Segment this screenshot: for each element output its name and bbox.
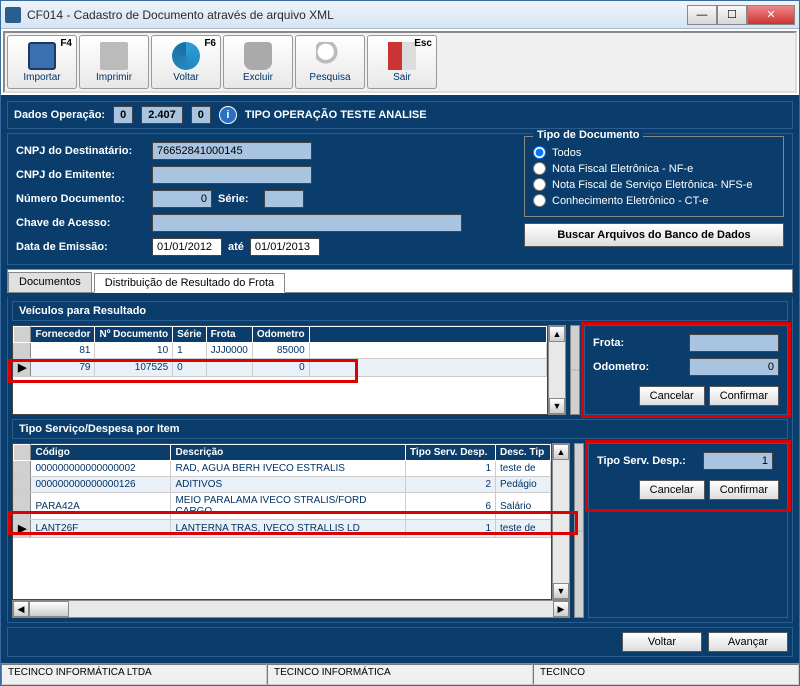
save-icon bbox=[28, 42, 56, 70]
data-em-label: Data de Emissão: bbox=[16, 241, 146, 253]
status-cell-1: TECINCO INFORMÁTICA LTDA bbox=[1, 664, 267, 685]
table-row[interactable]: PARA42A MEIO PARALAMA IVECO STRALIS/FORD… bbox=[14, 493, 551, 520]
status-cell-2: TECINCO INFORMÁTICA bbox=[267, 664, 533, 685]
numdoc-label: Número Documento: bbox=[16, 193, 146, 205]
search-icon bbox=[316, 42, 344, 70]
avancar-button[interactable]: Avançar bbox=[708, 632, 788, 652]
delete-icon bbox=[244, 42, 272, 70]
serv-input[interactable] bbox=[703, 452, 773, 470]
data-fim-input[interactable] bbox=[250, 238, 320, 256]
app-window: CF014 - Cadastro de Documento através de… bbox=[0, 0, 800, 686]
row-marker-icon: ▶ bbox=[18, 523, 26, 535]
info-icon[interactable]: i bbox=[219, 106, 237, 124]
radio-todos[interactable]: Todos bbox=[533, 146, 775, 159]
exit-icon bbox=[388, 42, 416, 70]
titlebar: CF014 - Cadastro de Documento através de… bbox=[1, 1, 799, 29]
tiposerv-grid[interactable]: Código Descrição Tipo Serv. Desp. Desc. … bbox=[12, 443, 552, 600]
veiculos-scrollbar[interactable]: ▲ ▼ bbox=[548, 325, 566, 415]
scroll-thumb[interactable] bbox=[29, 601, 69, 617]
filter-panel: CNPJ do Destinatário: CNPJ do Emitente: … bbox=[7, 133, 793, 265]
dados-operacao-desc: TIPO OPERAÇÃO TESTE ANALISE bbox=[245, 109, 427, 121]
back-button[interactable]: F6 Voltar bbox=[151, 35, 221, 89]
tab-distribuicao[interactable]: Distribuição de Resultado do Frota bbox=[94, 273, 285, 293]
app-icon bbox=[5, 7, 21, 23]
veiculos-title: Veículos para Resultado bbox=[12, 301, 788, 321]
print-button[interactable]: Imprimir bbox=[79, 35, 149, 89]
scroll-down-icon[interactable]: ▼ bbox=[549, 398, 565, 414]
table-row[interactable]: 81 10 1 JJJ0000 85000 bbox=[14, 343, 547, 359]
table-row[interactable]: 000000000000000002 RAD, AGUA BERH IVECO … bbox=[14, 461, 551, 477]
veiculos-grid[interactable]: Fornecedor Nº Documento Série Frota Odom… bbox=[12, 325, 548, 415]
frota-label: Frota: bbox=[593, 337, 683, 349]
ate-label: até bbox=[228, 241, 244, 253]
scroll-up-icon[interactable]: ▲ bbox=[553, 444, 569, 460]
serv-cancelar-button[interactable]: Cancelar bbox=[639, 480, 705, 500]
odometro-input[interactable] bbox=[689, 358, 779, 376]
frota-input[interactable] bbox=[689, 334, 779, 352]
tab-content: Veículos para Resultado Fornecedor Nº Do… bbox=[7, 297, 793, 623]
highlight-box bbox=[585, 440, 791, 512]
tiposerv-scrollbar-h[interactable]: ◀ ▶ bbox=[12, 600, 570, 618]
frota-panel: Frota: Odometro: Cancelar Confirmar bbox=[584, 325, 788, 415]
cnpj-dest-label: CNPJ do Destinatário: bbox=[16, 145, 146, 157]
chave-input[interactable] bbox=[152, 214, 462, 232]
table-row[interactable]: ▶ 79 107525 0 0 bbox=[14, 359, 547, 377]
dados-operacao-bar: Dados Operação: 0 2.407 0 i TIPO OPERAÇÃ… bbox=[7, 101, 793, 129]
search-button[interactable]: Pesquisa bbox=[295, 35, 365, 89]
exit-button[interactable]: Esc Sair bbox=[367, 35, 437, 89]
voltar-button[interactable]: Voltar bbox=[622, 632, 702, 652]
frota-cancelar-button[interactable]: Cancelar bbox=[639, 386, 705, 406]
tab-documentos[interactable]: Documentos bbox=[8, 272, 92, 292]
tipo-documento-group: Tipo de Documento Todos Nota Fiscal Elet… bbox=[524, 136, 784, 217]
bottom-buttons: Voltar Avançar bbox=[7, 627, 793, 657]
main-area: Dados Operação: 0 2.407 0 i TIPO OPERAÇÃ… bbox=[1, 95, 799, 663]
chave-label: Chave de Acesso: bbox=[16, 217, 146, 229]
cnpj-emit-input[interactable] bbox=[152, 166, 312, 184]
data-ini-input[interactable] bbox=[152, 238, 222, 256]
radio-nfe[interactable]: Nota Fiscal Eletrônica - NF-e bbox=[533, 162, 775, 175]
radio-nfse[interactable]: Nota Fiscal de Serviço Eletrônica- NFS-e bbox=[533, 178, 775, 191]
tabs: Documentos Distribuição de Resultado do … bbox=[7, 269, 793, 293]
radio-cte[interactable]: Conhecimento Eletrônico - CT-e bbox=[533, 194, 775, 207]
dados-seg2: 2.407 bbox=[141, 106, 183, 124]
dados-seg1: 0 bbox=[113, 106, 133, 124]
dados-seg3: 0 bbox=[191, 106, 211, 124]
splitter[interactable]: ⋮ bbox=[574, 443, 584, 618]
tipo-doc-legend: Tipo de Documento bbox=[533, 129, 643, 141]
serie-input[interactable] bbox=[264, 190, 304, 208]
cnpj-emit-label: CNPJ do Emitente: bbox=[16, 169, 146, 181]
tiposerv-scrollbar-v[interactable]: ▲ ▼ bbox=[552, 443, 570, 600]
odometro-label: Odometro: bbox=[593, 361, 683, 373]
buscar-button[interactable]: Buscar Arquivos do Banco de Dados bbox=[524, 223, 784, 247]
table-row[interactable]: ▶ LANT26F LANTERNA TRAS, IVECO STRALLIS … bbox=[14, 520, 551, 538]
minimize-button[interactable]: — bbox=[687, 5, 717, 25]
back-icon bbox=[172, 42, 200, 70]
status-bar: TECINCO INFORMÁTICA LTDA TECINCO INFORMÁ… bbox=[1, 663, 799, 685]
table-row[interactable]: 000000000000000126 ADITIVOS 2 Pedágio bbox=[14, 477, 551, 493]
scroll-down-icon[interactable]: ▼ bbox=[553, 583, 569, 599]
import-button[interactable]: F4 Importar bbox=[7, 35, 77, 89]
scroll-up-icon[interactable]: ▲ bbox=[549, 326, 565, 342]
row-marker-icon: ▶ bbox=[18, 362, 26, 374]
print-icon bbox=[100, 42, 128, 70]
scroll-right-icon[interactable]: ▶ bbox=[553, 601, 569, 617]
serie-label: Série: bbox=[218, 193, 258, 205]
window-title: CF014 - Cadastro de Documento através de… bbox=[27, 8, 687, 22]
frota-confirmar-button[interactable]: Confirmar bbox=[709, 386, 779, 406]
serv-confirmar-button[interactable]: Confirmar bbox=[709, 480, 779, 500]
serv-label: Tipo Serv. Desp.: bbox=[597, 455, 697, 467]
close-button[interactable]: ✕ bbox=[747, 5, 795, 25]
maximize-button[interactable]: ☐ bbox=[717, 5, 747, 25]
numdoc-input[interactable] bbox=[152, 190, 212, 208]
scroll-left-icon[interactable]: ◀ bbox=[13, 601, 29, 617]
status-cell-3: TECINCO bbox=[533, 664, 799, 685]
toolbar: F4 Importar Imprimir F6 Voltar Excluir P… bbox=[3, 31, 797, 93]
delete-button[interactable]: Excluir bbox=[223, 35, 293, 89]
serv-panel: Tipo Serv. Desp.: Cancelar Confirmar bbox=[588, 443, 788, 618]
dados-operacao-label: Dados Operação: bbox=[14, 109, 105, 121]
tiposerv-title: Tipo Serviço/Despesa por Item bbox=[12, 419, 788, 439]
cnpj-dest-input[interactable] bbox=[152, 142, 312, 160]
splitter[interactable]: ⋮ bbox=[570, 325, 580, 415]
